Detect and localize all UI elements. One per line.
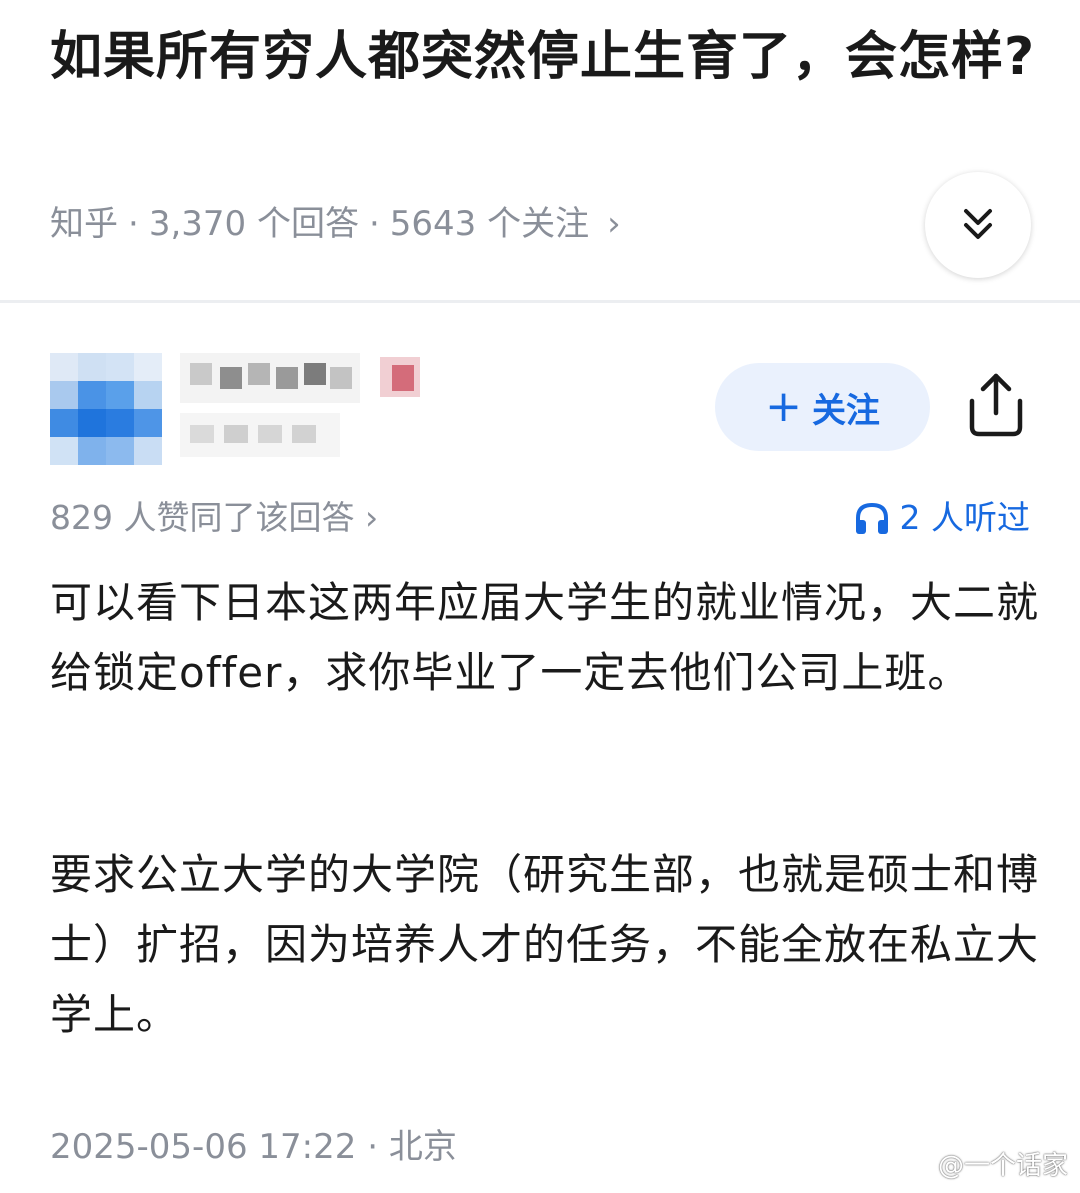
chevron-right-icon: ›	[607, 204, 621, 244]
answer-stats: 829 人赞同了该回答 › 2 人听过	[50, 493, 1030, 543]
expand-button[interactable]	[925, 172, 1031, 278]
follow-button[interactable]: + 关注	[715, 363, 930, 451]
answer-paragraph: 要求公立大学的大学院（研究生部，也就是硕士和博士）扩招，因为培养人才的任务，不能…	[50, 850, 1040, 1039]
double-chevron-down-icon	[964, 209, 992, 239]
watermark: @一个话家	[900, 1146, 1068, 1186]
source-label: 知乎	[50, 204, 118, 244]
answer-location: 北京	[388, 1127, 457, 1167]
share-button[interactable]	[964, 371, 1028, 439]
likes-count[interactable]: 829 人赞同了该回答 ›	[50, 493, 378, 543]
answer-count: 3,370 个回答	[148, 204, 359, 244]
author-name-blurred[interactable]	[180, 353, 450, 463]
answer-footer: 2025-05-06 17:22 · 北京	[50, 1123, 457, 1171]
answer-card: + 关注 829 人赞同了该回答 › 2 人听过 可以看下日本这两年应届大学生的…	[0, 303, 1080, 1193]
listened-count[interactable]: 2 人听过	[854, 493, 1031, 543]
meta-separator: ·	[367, 1127, 379, 1167]
plus-icon: +	[765, 381, 802, 432]
question-meta[interactable]: 知乎 · 3,370 个回答 · 5643 个关注 ›	[50, 200, 621, 248]
answer-paragraph: 可以看下日本这两年应届大学生的就业情况，大二就给锁定offer，求你毕业了一定去…	[50, 578, 1040, 697]
follow-label: 关注	[811, 390, 880, 431]
meta-separator: ·	[368, 204, 380, 244]
weibo-icon	[900, 1154, 933, 1180]
avatar[interactable]	[50, 353, 162, 465]
listened-label: 2 人听过	[899, 498, 1031, 537]
question-title[interactable]: 如果所有穷人都突然停止生育了，会怎样?	[50, 22, 1040, 92]
follower-count: 5643 个关注	[389, 204, 590, 244]
watermark-text: @一个话家	[937, 1151, 1068, 1181]
headphones-icon	[855, 502, 888, 534]
share-icon	[969, 373, 1023, 437]
meta-separator: ·	[128, 204, 139, 244]
answer-date: 2025-05-06 17:22	[50, 1127, 357, 1167]
question-header: 如果所有穷人都突然停止生育了，会怎样? 知乎 · 3,370 个回答 · 5643 个关…	[0, 0, 1080, 300]
